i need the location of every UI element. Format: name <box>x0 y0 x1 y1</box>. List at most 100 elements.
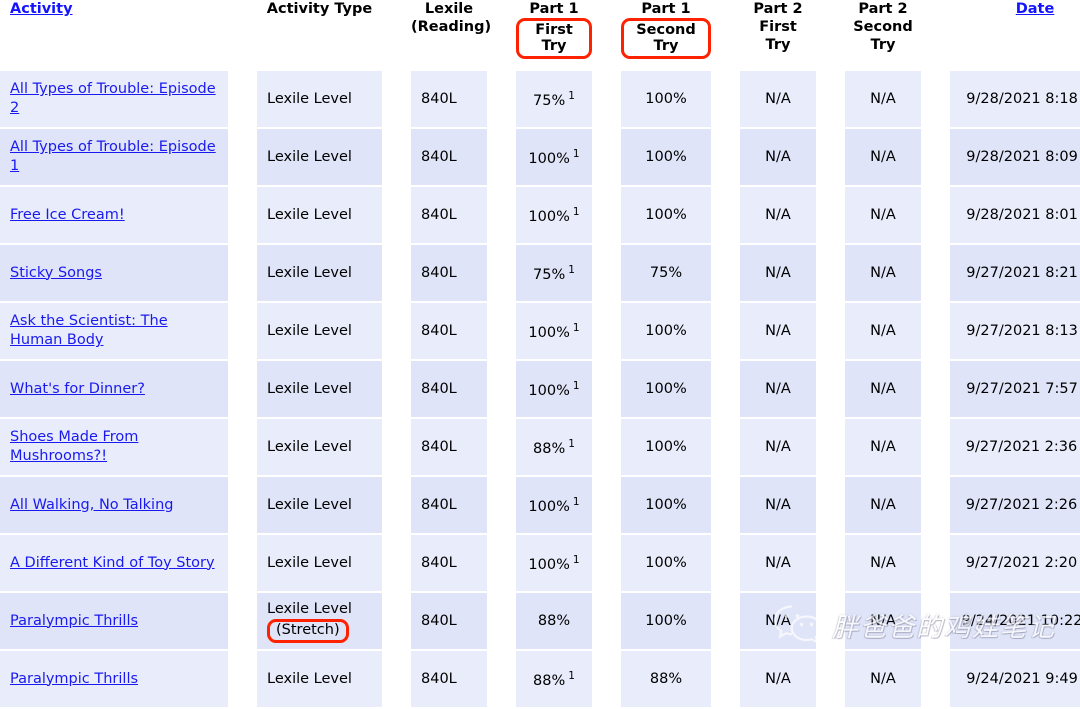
cell-activity: Paralympic Thrills <box>0 649 228 709</box>
cell-spacer <box>228 244 257 302</box>
cell-spacer <box>711 70 740 128</box>
cell-spacer <box>921 418 950 476</box>
activity-link[interactable]: Sticky Songs <box>10 265 102 281</box>
lexile-value: 840L <box>421 554 457 571</box>
part2-second-try-value: N/A <box>870 612 896 629</box>
cell-date: 9/28/2021 8:18 PM <box>950 69 1080 129</box>
activity-link[interactable]: Shoes Made From Mushrooms?! <box>10 429 138 464</box>
cell-spacer <box>592 650 621 708</box>
activity-link[interactable]: Ask the Scientist: The Human Body <box>10 313 168 348</box>
activity-sort-link[interactable]: Activity <box>10 1 73 17</box>
cell-spacer <box>711 476 740 534</box>
cell-spacer <box>592 302 621 360</box>
date-value: 9/27/2021 8:13 PM <box>966 322 1080 339</box>
cell-date: 9/27/2021 8:21 PM <box>950 243 1080 303</box>
cell-spacer <box>228 476 257 534</box>
cell-spacer <box>382 360 411 418</box>
lexile-value: 840L <box>421 496 457 513</box>
activity-link[interactable]: All Types of Trouble: Episode 2 <box>10 81 216 116</box>
cell-part2-second-try: N/A <box>845 301 921 361</box>
cell-spacer <box>382 128 411 186</box>
column-header-date: Date <box>950 0 1080 70</box>
date-value: 9/28/2021 8:18 PM <box>966 90 1080 107</box>
cell-spacer <box>487 244 516 302</box>
cell-part1-first-try: 75% 1 <box>516 243 592 303</box>
part2-first-try-value: N/A <box>765 496 791 513</box>
cell-part2-first-try: N/A <box>740 417 816 477</box>
cell-date: 9/24/2021 9:49 PM <box>950 649 1080 709</box>
lexile-value: 840L <box>421 380 457 397</box>
cell-activity: Sticky Songs <box>0 243 228 303</box>
header-spacer <box>382 0 411 70</box>
column-header-part1-first-try: Part 1 First Try <box>516 0 592 70</box>
footnote-marker: 1 <box>568 264 575 277</box>
part2-first-try-value: N/A <box>765 612 791 629</box>
part1-first-try-value: 88% <box>537 612 571 629</box>
activity-type-label: Lexile Level <box>267 206 352 223</box>
cell-spacer <box>921 360 950 418</box>
cell-part2-first-try: N/A <box>740 475 816 535</box>
cell-part2-first-try: N/A <box>740 533 816 593</box>
part1-second-try-value: 75% <box>649 264 683 281</box>
column-header-lexile-line1: Lexile <box>424 1 474 17</box>
part2-first-try-value: N/A <box>765 380 791 397</box>
cell-spacer <box>711 302 740 360</box>
activity-link[interactable]: What's for Dinner? <box>10 381 145 397</box>
cell-spacer <box>487 418 516 476</box>
cell-spacer <box>228 128 257 186</box>
activity-link[interactable]: All Walking, No Talking <box>10 497 173 513</box>
part2-second-try-value: N/A <box>870 90 896 107</box>
cell-spacer <box>711 534 740 592</box>
cell-spacer <box>487 302 516 360</box>
cell-spacer <box>592 476 621 534</box>
date-sort-link[interactable]: Date <box>1016 1 1055 17</box>
part1-first-try-value: 88% <box>533 672 566 689</box>
part1-second-try-value: 88% <box>649 670 683 687</box>
header-spacer <box>921 0 950 70</box>
table-row: All Types of Trouble: Episode 2 Lexile Le… <box>0 69 1080 129</box>
cell-part1-second-try: 75% <box>621 243 711 303</box>
header-spacer <box>711 0 740 70</box>
cell-spacer <box>228 592 257 650</box>
part2-first-try-value: N/A <box>765 322 791 339</box>
activity-link[interactable]: A Different Kind of Toy Story <box>10 555 215 571</box>
cell-part1-second-try: 100% <box>621 185 711 245</box>
activity-link[interactable]: All Types of Trouble: Episode 1 <box>10 139 216 174</box>
part1-second-try-value: 100% <box>645 148 687 165</box>
cell-spacer <box>816 650 845 708</box>
cell-part2-second-try: N/A <box>845 475 921 535</box>
footnote-marker: 1 <box>572 322 580 335</box>
cell-spacer <box>816 592 845 650</box>
cell-activity-type: Lexile Level <box>257 475 382 535</box>
cell-part2-second-try: N/A <box>845 185 921 245</box>
cell-lexile: 840L <box>411 591 487 651</box>
column-header-part2-first-try: Part 2 First Try <box>740 0 816 70</box>
cell-lexile: 840L <box>411 475 487 535</box>
cell-activity: What's for Dinner? <box>0 359 228 419</box>
part1-first-try-value: 100% <box>528 556 570 573</box>
date-value: 9/27/2021 7:57 PM <box>966 380 1080 397</box>
part1-first-try-value: 100% <box>528 498 570 515</box>
activity-link[interactable]: Paralympic Thrills <box>10 613 138 629</box>
cell-spacer <box>711 418 740 476</box>
part2-first-try-value: N/A <box>765 554 791 571</box>
activity-link[interactable]: Paralympic Thrills <box>10 671 138 687</box>
cell-spacer <box>711 128 740 186</box>
cell-spacer <box>816 418 845 476</box>
cell-lexile: 840L <box>411 359 487 419</box>
cell-spacer <box>228 650 257 708</box>
cell-part1-first-try: 88% 1 <box>516 417 592 477</box>
cell-part2-first-try: N/A <box>740 359 816 419</box>
column-header-lexile: Lexile (Reading) <box>411 0 491 70</box>
cell-spacer <box>921 302 950 360</box>
activity-type-label: Lexile Level <box>267 554 352 571</box>
date-value: 9/24/2021 9:49 PM <box>966 670 1080 687</box>
table-header: Activity Activity Type Lexile (Reading) … <box>0 0 1080 70</box>
activity-type-label: Lexile Level <box>267 264 352 281</box>
column-header-part2-first-line3: Try <box>765 37 791 53</box>
cell-spacer <box>921 534 950 592</box>
cell-spacer <box>228 302 257 360</box>
activity-link[interactable]: Free Ice Cream! <box>10 207 125 223</box>
cell-part2-first-try: N/A <box>740 649 816 709</box>
cell-activity: Free Ice Cream! <box>0 185 228 245</box>
